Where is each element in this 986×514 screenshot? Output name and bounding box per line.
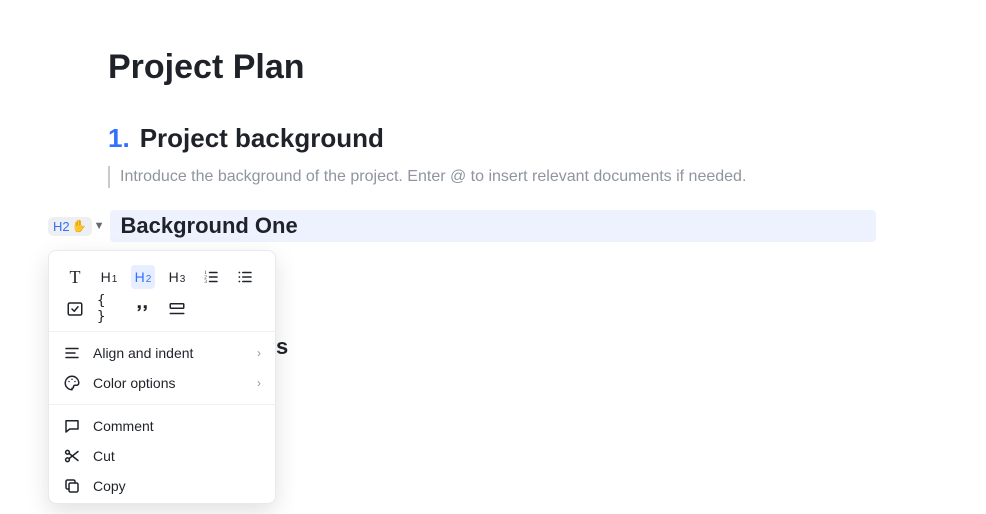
comment-icon bbox=[63, 417, 81, 435]
menu-label: Comment bbox=[93, 418, 154, 434]
color-palette-icon bbox=[63, 374, 81, 392]
ordered-list-icon: 123 bbox=[202, 268, 220, 286]
chevron-right-icon: › bbox=[257, 376, 261, 390]
menu-label: Cut bbox=[93, 448, 115, 464]
heading-1[interactable]: 1. Project background bbox=[108, 123, 946, 154]
badge-label: H2 bbox=[53, 219, 70, 234]
copy-icon bbox=[63, 477, 81, 495]
menu-label: Align and indent bbox=[93, 345, 193, 361]
bullet-list-icon bbox=[236, 268, 254, 286]
quote-icon bbox=[134, 300, 152, 318]
heading-2-text[interactable]: Background One bbox=[110, 210, 876, 242]
menu-comment[interactable]: Comment bbox=[49, 411, 275, 441]
menu-copy[interactable]: Copy bbox=[49, 471, 275, 501]
checklist-icon bbox=[66, 300, 84, 318]
placeholder-line[interactable]: Introduce the background of the project.… bbox=[108, 166, 946, 188]
format-code-button[interactable]: { } bbox=[97, 297, 121, 321]
align-indent-icon bbox=[63, 344, 81, 362]
page-title: Project Plan bbox=[108, 48, 946, 87]
menu-color-options[interactable]: Color options › bbox=[49, 368, 275, 398]
format-ordered-list-button[interactable]: 123 bbox=[199, 265, 223, 289]
hand-cursor-icon: ✋ bbox=[72, 220, 87, 232]
format-h3-button[interactable]: H3 bbox=[165, 265, 189, 289]
heading-2-row: H2 ✋ ▼ Background One bbox=[48, 210, 986, 242]
menu-divider bbox=[49, 331, 275, 332]
format-quote-button[interactable] bbox=[131, 297, 155, 321]
text-cursor bbox=[108, 166, 110, 188]
drag-handle-group[interactable]: H2 ✋ ▼ bbox=[48, 217, 104, 236]
format-checklist-button[interactable] bbox=[63, 297, 87, 321]
ghost-text: s bbox=[276, 334, 288, 360]
chevron-right-icon: › bbox=[257, 346, 261, 360]
menu-divider bbox=[49, 404, 275, 405]
format-text-button[interactable]: T bbox=[63, 265, 87, 289]
format-h2-button[interactable]: H2 bbox=[131, 265, 155, 289]
heading-text: Project background bbox=[140, 123, 384, 154]
placeholder-text: Introduce the background of the project.… bbox=[120, 168, 746, 186]
menu-label: Copy bbox=[93, 478, 126, 494]
format-callout-button[interactable] bbox=[165, 297, 189, 321]
svg-text:3: 3 bbox=[204, 279, 207, 285]
menu-align-indent[interactable]: Align and indent › bbox=[49, 338, 275, 368]
scissors-icon bbox=[63, 447, 81, 465]
format-h1-button[interactable]: H1 bbox=[97, 265, 121, 289]
format-bullet-list-button[interactable] bbox=[233, 265, 257, 289]
menu-cut[interactable]: Cut bbox=[49, 441, 275, 471]
callout-icon bbox=[168, 300, 186, 318]
menu-label: Color options bbox=[93, 375, 176, 391]
block-type-badge[interactable]: H2 ✋ bbox=[48, 217, 92, 236]
format-row-2: { } bbox=[49, 293, 275, 325]
caret-down-icon[interactable]: ▼ bbox=[94, 220, 105, 232]
heading-number: 1. bbox=[108, 123, 130, 154]
format-row-1: T H1 H2 H3 123 bbox=[49, 261, 275, 293]
block-context-menu: T H1 H2 H3 123 { } bbox=[48, 250, 276, 504]
